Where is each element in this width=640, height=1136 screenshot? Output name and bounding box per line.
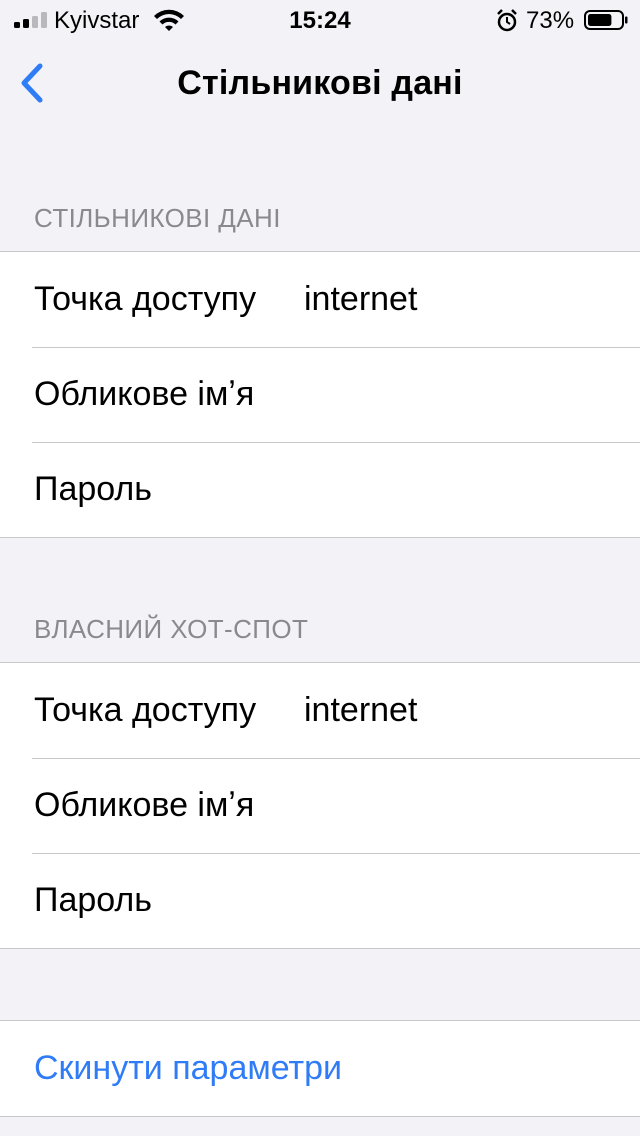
hotspot-password-row[interactable]: Пароль bbox=[0, 853, 640, 948]
hotspot-apn-label: Точка доступу bbox=[34, 691, 257, 729]
apn-row[interactable]: Точка доступу internet bbox=[0, 252, 640, 347]
hotspot-apn-row[interactable]: Точка доступу internet bbox=[0, 663, 640, 758]
page-title: Стільникові дані bbox=[177, 64, 463, 102]
apn-value[interactable]: internet bbox=[304, 252, 417, 347]
reset-settings-button[interactable]: Скинути параметри bbox=[0, 1021, 640, 1116]
hotspot-username-label: Обликове імʼя bbox=[34, 786, 255, 824]
hotspot-username-row[interactable]: Обликове імʼя bbox=[0, 758, 640, 853]
password-row[interactable]: Пароль bbox=[0, 442, 640, 537]
username-label: Обликове імʼя bbox=[34, 375, 255, 413]
hotspot-password-label: Пароль bbox=[34, 881, 152, 919]
status-bar: Kyivstar 15:24 73% bbox=[0, 0, 640, 40]
hotspot-apn-value[interactable]: internet bbox=[304, 663, 417, 758]
hotspot-settings-group: Точка доступу internet Обликове імʼя Пар… bbox=[0, 662, 640, 949]
alarm-icon bbox=[497, 9, 517, 32]
apn-label: Точка доступу bbox=[34, 280, 257, 318]
username-row[interactable]: Обликове імʼя bbox=[0, 347, 640, 442]
password-label: Пароль bbox=[34, 470, 152, 508]
section-header-cellular: СТІЛЬНИКОВІ ДАНІ bbox=[34, 203, 281, 233]
battery-icon bbox=[584, 10, 628, 30]
navigation-bar: Стільникові дані bbox=[0, 40, 640, 128]
reset-group: Скинути параметри bbox=[0, 1020, 640, 1117]
battery-percent: 73% bbox=[526, 7, 575, 34]
section-header-hotspot: ВЛАСНИЙ ХОТ-СПОТ bbox=[34, 614, 309, 644]
cellular-settings-group: Точка доступу internet Обликове імʼя Пар… bbox=[0, 251, 640, 538]
reset-settings-label: Скинути параметри bbox=[34, 1049, 342, 1087]
